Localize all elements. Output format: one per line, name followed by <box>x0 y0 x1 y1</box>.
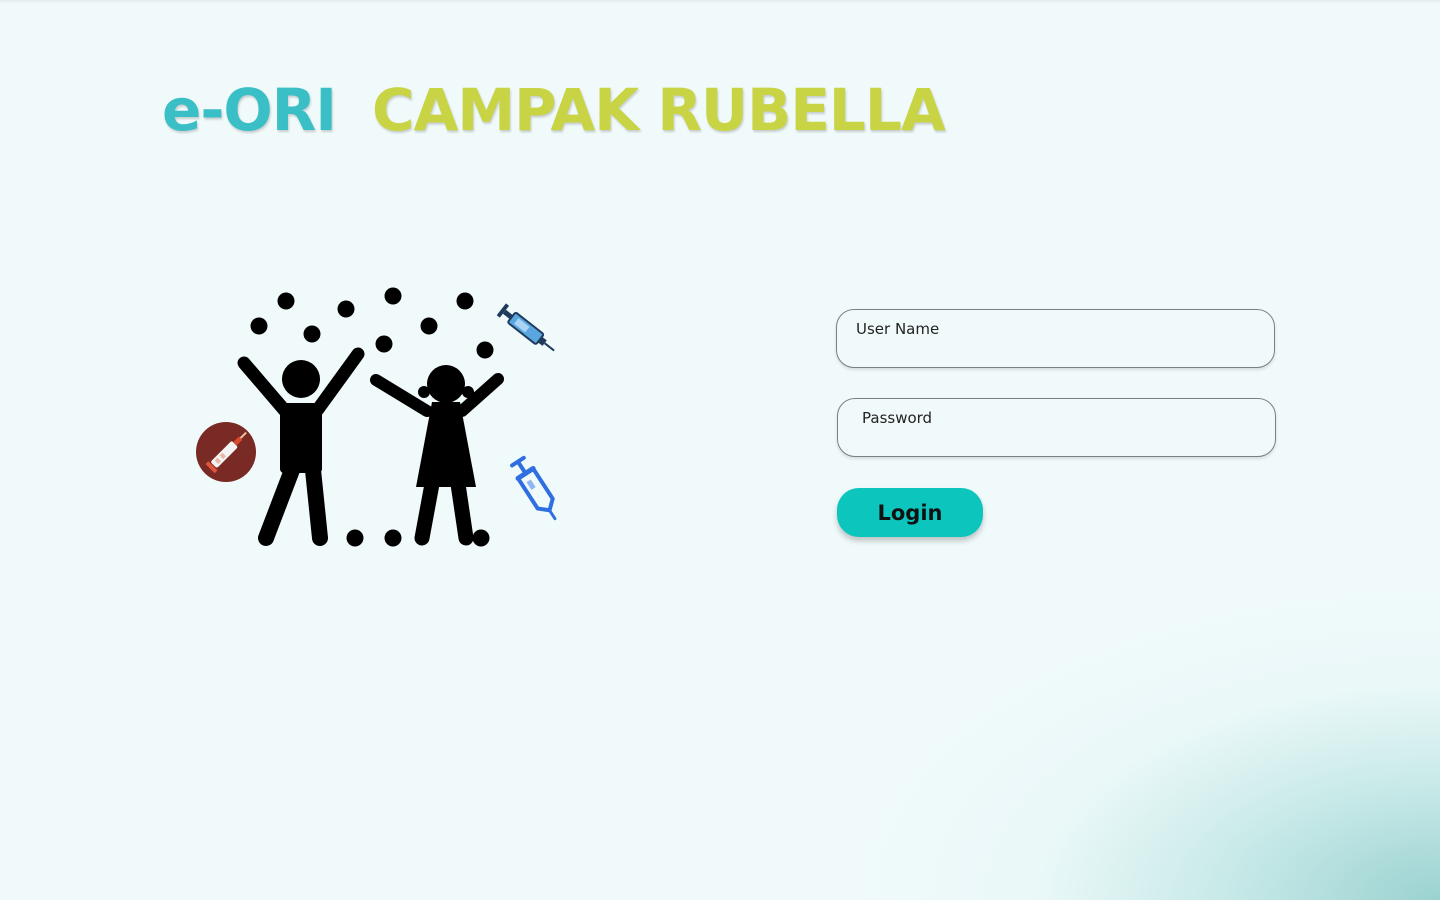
top-divider <box>0 0 1440 4</box>
password-input[interactable] <box>838 399 1275 456</box>
children-celebrating-illustration <box>196 287 557 547</box>
brand-title: CAMPAK RUBELLA <box>371 76 946 144</box>
syringe-badge-icon <box>196 422 256 482</box>
login-form: Login <box>836 309 1276 537</box>
brand-prefix: e-ORI <box>162 76 337 144</box>
boy-figure <box>237 347 365 546</box>
username-field[interactable] <box>836 309 1275 368</box>
girl-figure <box>370 365 504 546</box>
syringe-icon <box>496 303 555 352</box>
password-field[interactable] <box>837 398 1276 457</box>
username-input[interactable] <box>837 310 1274 367</box>
app-header: e-ORI CAMPAK RUBELLA <box>162 70 946 150</box>
vaccine-syringe-icon <box>510 455 557 521</box>
login-button[interactable]: Login <box>837 488 983 537</box>
